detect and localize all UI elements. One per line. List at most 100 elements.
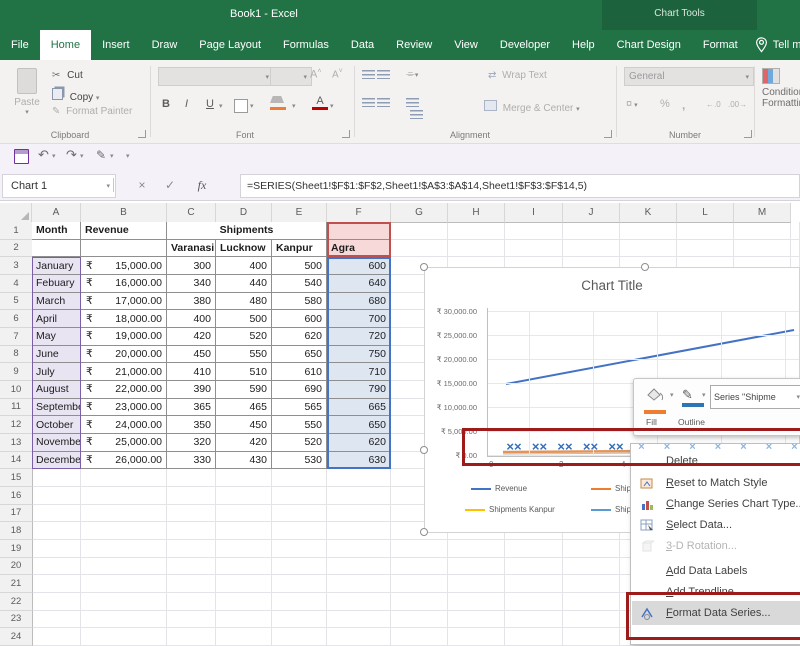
clipboard-dialog-launcher[interactable] (138, 130, 146, 138)
cell-D4[interactable]: 440 (216, 275, 272, 293)
tell-me-button[interactable]: Tell me (749, 30, 800, 60)
row-header-24[interactable]: 24 (0, 628, 33, 646)
tab-view[interactable]: View (443, 30, 489, 60)
cell-C5[interactable]: 380 (167, 293, 216, 311)
tab-insert[interactable]: Insert (91, 30, 141, 60)
cell-C11[interactable]: 365 (167, 399, 216, 417)
qat-customize-icon[interactable]: ▾ (126, 152, 130, 160)
cell-B5[interactable]: ₹17,000.00 (81, 293, 167, 311)
cell-A2[interactable] (32, 240, 81, 258)
cell-E2[interactable]: Kanpur (272, 240, 327, 258)
cell-B1[interactable]: Revenue (81, 222, 167, 240)
row-header-23[interactable]: 23 (0, 611, 33, 629)
accounting-format-button[interactable]: ¤ ▾ (626, 98, 638, 110)
undo-icon[interactable]: ↶ (38, 147, 49, 163)
cell-C7[interactable]: 420 (167, 328, 216, 346)
italic-button[interactable]: I (185, 98, 188, 110)
col-header-A[interactable]: A (32, 203, 81, 223)
series-point-marker[interactable]: × (659, 440, 675, 454)
chart-handle-top-mid[interactable] (641, 263, 649, 271)
redo-icon[interactable]: ↷ (66, 147, 77, 163)
cell-D9[interactable]: 510 (216, 363, 272, 381)
cell-D8[interactable]: 550 (216, 346, 272, 364)
cell-E10[interactable]: 690 (272, 381, 327, 399)
row-header-9[interactable]: 9 (0, 363, 33, 381)
tab-draw[interactable]: Draw (141, 30, 189, 60)
chart-handle-bottom-left[interactable] (420, 528, 428, 536)
cell-F5[interactable]: 680 (327, 293, 391, 311)
cell-B4[interactable]: ₹16,000.00 (81, 275, 167, 293)
row-header-5[interactable]: 5 (0, 293, 33, 311)
cell-F6[interactable]: 700 (327, 310, 391, 328)
cell-D14[interactable]: 430 (216, 452, 272, 470)
borders-button[interactable] (234, 99, 248, 113)
cell-C10[interactable]: 390 (167, 381, 216, 399)
cell-D2[interactable]: Lucknow (216, 240, 272, 258)
cell-D11[interactable]: 465 (216, 399, 272, 417)
cell-D13[interactable]: 420 (216, 434, 272, 452)
series-point-marker[interactable]: × (736, 440, 752, 454)
tab-review[interactable]: Review (385, 30, 443, 60)
cell-C13[interactable]: 320 (167, 434, 216, 452)
menu-item-add-trendline[interactable]: Add Trendline... (632, 582, 800, 602)
row-header-12[interactable]: 12 (0, 416, 33, 434)
comma-style-button[interactable]: , (682, 98, 685, 112)
row-header-6[interactable]: 6 (0, 310, 33, 328)
series-point-marker[interactable]: × (710, 440, 726, 454)
cell-C14[interactable]: 330 (167, 452, 216, 470)
series-point-marker[interactable]: ×× (608, 440, 624, 454)
cancel-icon[interactable]: × (130, 174, 154, 196)
cell-F10[interactable]: 790 (327, 381, 391, 399)
paste-button[interactable]: Paste ▾ (12, 68, 42, 116)
cell-B8[interactable]: ₹20,000.00 (81, 346, 167, 364)
bold-button[interactable]: B (162, 98, 170, 110)
cell-F11[interactable]: 665 (327, 399, 391, 417)
row-header-16[interactable]: 16 (0, 487, 33, 505)
col-header-D[interactable]: D (216, 203, 272, 223)
tab-help[interactable]: Help (561, 30, 606, 60)
cell-B9[interactable]: ₹21,000.00 (81, 363, 167, 381)
cell-E6[interactable]: 600 (272, 310, 327, 328)
cell-E13[interactable]: 520 (272, 434, 327, 452)
menu-item-add-data-labels[interactable]: Add Data Labels (632, 561, 800, 581)
grow-font-button[interactable]: A˄ (310, 68, 321, 81)
row-header-15[interactable]: 15 (0, 469, 33, 487)
row-header-1[interactable]: 1 (0, 222, 33, 240)
row-header-7[interactable]: 7 (0, 328, 33, 346)
cell-D7[interactable]: 520 (216, 328, 272, 346)
series-point-marker[interactable]: × (787, 440, 800, 454)
cut-button[interactable]: ✂ Cut (52, 70, 83, 81)
cell-C3[interactable]: 300 (167, 257, 216, 275)
tab-file[interactable]: File (0, 30, 40, 60)
number-format-combo[interactable]: General▾ (624, 67, 754, 86)
cell-B12[interactable]: ₹24,000.00 (81, 416, 167, 434)
cell-A3[interactable]: January (32, 257, 81, 275)
cell-B3[interactable]: ₹15,000.00 (81, 257, 167, 275)
cell-F8[interactable]: 750 (327, 346, 391, 364)
series-point-marker[interactable]: ×× (532, 440, 548, 454)
cell-F9[interactable]: 710 (327, 363, 391, 381)
align-middle-icon[interactable] (377, 70, 390, 79)
cell-E7[interactable]: 620 (272, 328, 327, 346)
cell-B2[interactable] (81, 240, 167, 258)
cell-C8[interactable]: 450 (167, 346, 216, 364)
format-painter-button[interactable]: ✎ Format Painter (52, 106, 132, 117)
series-point-marker[interactable]: ×× (583, 440, 599, 454)
row-header-21[interactable]: 21 (0, 575, 33, 593)
cell-D5[interactable]: 480 (216, 293, 272, 311)
cell-A5[interactable]: March (32, 293, 81, 311)
cell-A7[interactable]: May (32, 328, 81, 346)
series-point-marker[interactable]: ×× (557, 440, 573, 454)
fill-color-button[interactable] (270, 96, 286, 110)
row-header-13[interactable]: 13 (0, 434, 33, 452)
cell-E5[interactable]: 580 (272, 293, 327, 311)
align-top-icon[interactable] (362, 70, 375, 79)
col-header-G[interactable]: G (391, 203, 448, 223)
cell-A11[interactable]: September (32, 399, 81, 417)
chart-handle-left-mid[interactable] (420, 446, 428, 454)
cell-F14[interactable]: 630 (327, 452, 391, 470)
decrease-decimal-button[interactable]: .00→ (728, 100, 747, 109)
series-point-marker[interactable]: × (634, 440, 650, 454)
copy-button[interactable]: Copy ▾ (52, 88, 99, 103)
col-header-F[interactable]: F (327, 203, 391, 223)
